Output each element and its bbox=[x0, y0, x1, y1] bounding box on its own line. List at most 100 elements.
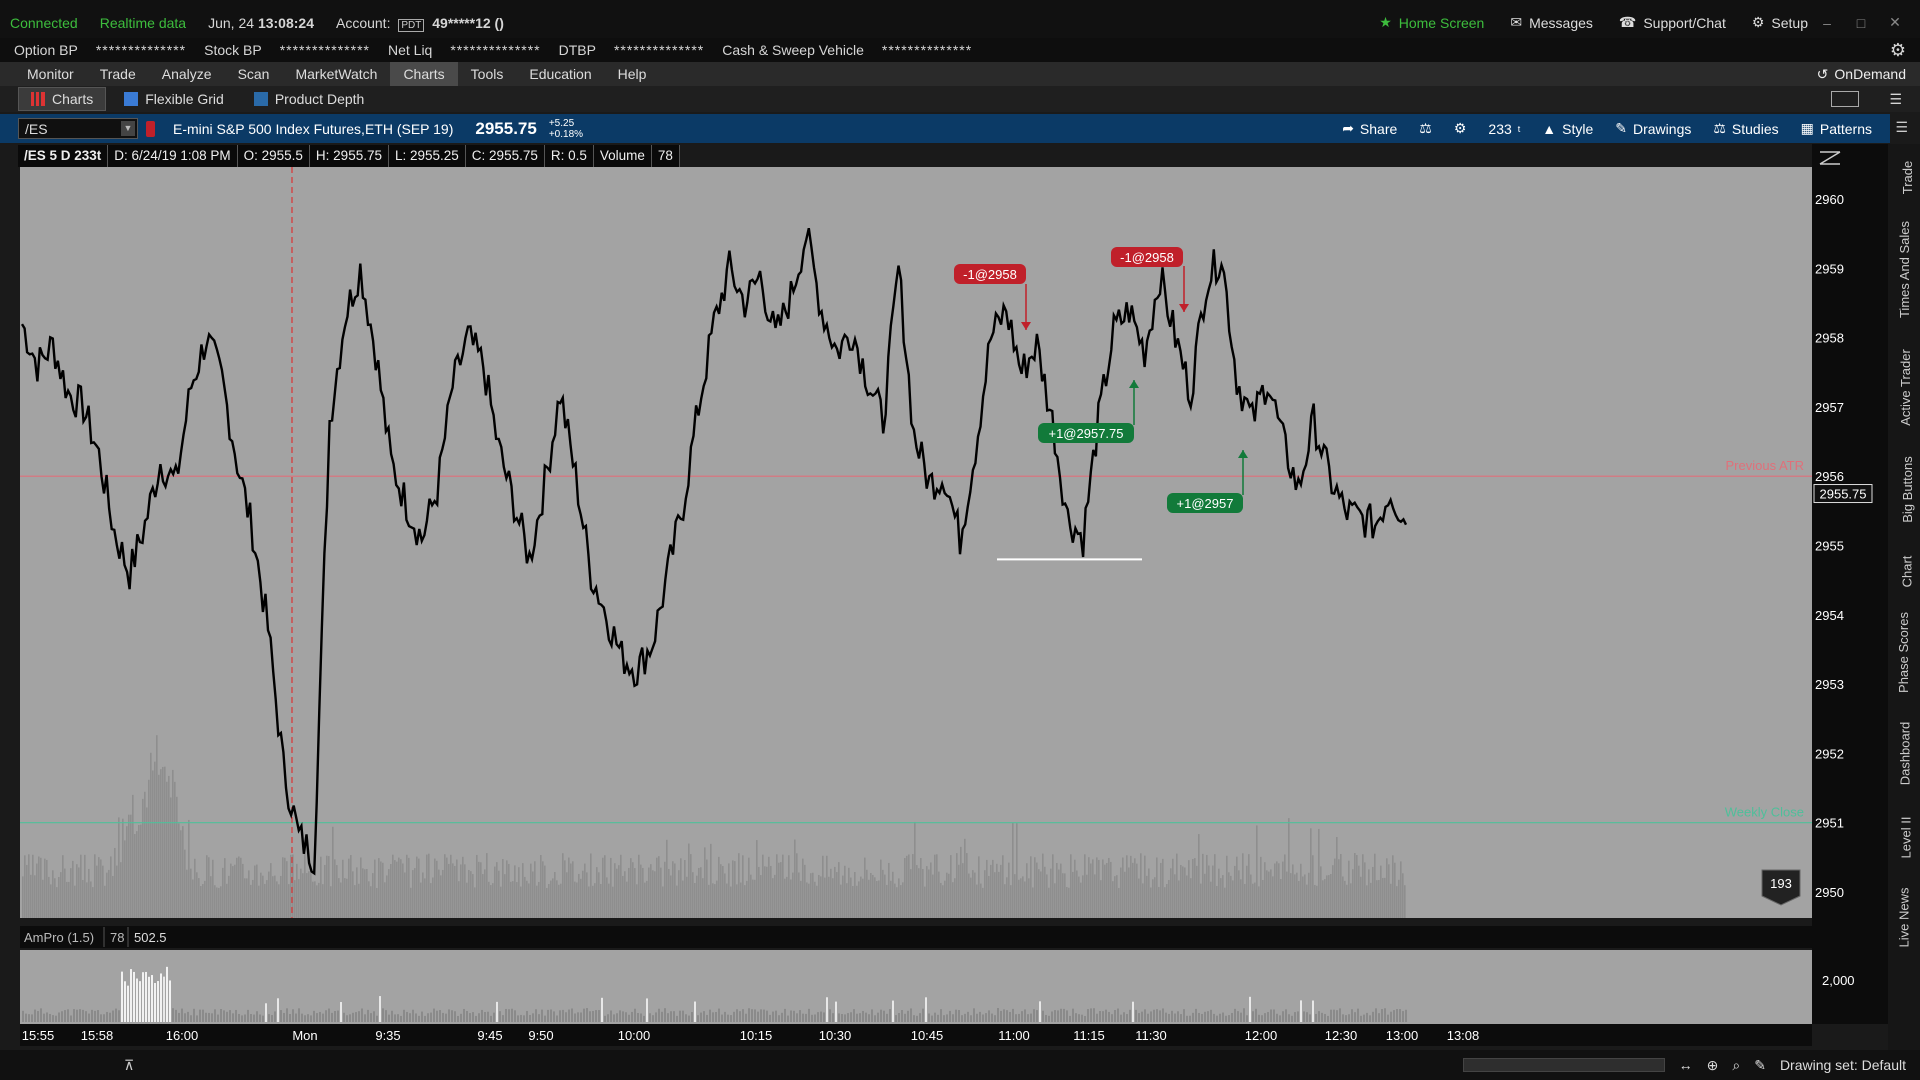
lower-study-bar bbox=[1093, 1008, 1095, 1022]
volume-bar bbox=[94, 854, 96, 918]
volume-bar bbox=[1156, 857, 1158, 918]
lower-study-bar bbox=[598, 1010, 600, 1022]
volume-bar bbox=[66, 881, 68, 918]
side-tab-level-ii[interactable]: Level II bbox=[1899, 817, 1914, 859]
lower-study-bar bbox=[223, 1010, 225, 1022]
price-tick-label: 2956 bbox=[1815, 469, 1844, 484]
price-tick-label: 2950 bbox=[1815, 885, 1844, 900]
lower-study-bar bbox=[166, 966, 168, 1022]
volume-bar bbox=[1390, 883, 1392, 918]
volume-bar bbox=[486, 853, 488, 918]
lower-study-bar bbox=[649, 1013, 651, 1022]
volume-bar bbox=[746, 880, 748, 918]
volume-bar bbox=[1258, 886, 1260, 918]
volume-bar bbox=[1000, 864, 1002, 918]
volume-bar bbox=[1394, 862, 1396, 918]
lower-study-bar bbox=[766, 1010, 768, 1022]
volume-bar bbox=[1184, 867, 1186, 918]
volume-bar bbox=[522, 863, 524, 918]
volume-bar bbox=[30, 874, 32, 918]
volume-bar bbox=[90, 881, 92, 918]
side-tab-big-buttons[interactable]: Big Buttons bbox=[1899, 456, 1914, 523]
crosshair-icon[interactable]: ⊕ bbox=[1707, 1057, 1719, 1074]
lower-study-bar bbox=[967, 1011, 969, 1022]
side-tab-phase-scores[interactable]: Phase Scores bbox=[1896, 612, 1911, 693]
side-tab-trade[interactable]: Trade bbox=[1900, 161, 1915, 194]
volume-bar bbox=[1246, 865, 1248, 918]
volume-bar bbox=[810, 873, 812, 918]
lower-study-bar bbox=[478, 1013, 480, 1022]
side-tab-dashboard[interactable]: Dashboard bbox=[1898, 722, 1913, 786]
volume-bar bbox=[748, 857, 750, 918]
volume-bar bbox=[722, 866, 724, 918]
lower-study-bar bbox=[514, 1010, 516, 1022]
lower-study-bar bbox=[409, 1013, 411, 1022]
lower-study-bar bbox=[370, 1013, 372, 1022]
lower-study-bar bbox=[1180, 1014, 1182, 1022]
lower-study-bar bbox=[520, 1014, 522, 1022]
expand-horizontal-icon[interactable]: ↔ bbox=[1679, 1057, 1693, 1073]
lower-study-bar bbox=[1012, 1008, 1014, 1022]
volume-bar bbox=[1386, 858, 1388, 918]
lower-study-bar bbox=[103, 1014, 105, 1022]
volume-bar bbox=[1374, 853, 1376, 918]
volume-bar bbox=[626, 881, 628, 918]
lower-study-bar bbox=[235, 1009, 237, 1022]
volume-bar bbox=[134, 834, 136, 918]
lower-study-bar bbox=[988, 1010, 990, 1022]
volume-bar bbox=[758, 866, 760, 918]
lower-study-bar bbox=[502, 1015, 504, 1022]
volume-bar bbox=[96, 865, 98, 918]
volume-bar bbox=[190, 868, 192, 918]
lower-study-bar bbox=[1345, 1015, 1347, 1022]
chart-scrollbar[interactable] bbox=[1462, 1058, 1665, 1072]
side-tab-times-and-sales[interactable]: Times And Sales bbox=[1897, 221, 1912, 318]
volume-bar bbox=[72, 860, 74, 918]
side-tab-live-news[interactable]: Live News bbox=[1897, 888, 1912, 948]
lower-study-bar bbox=[1141, 1011, 1143, 1022]
lower-study-bar bbox=[565, 1012, 567, 1022]
lower-study-value1: 78 bbox=[110, 930, 124, 945]
volume-bar bbox=[466, 882, 468, 918]
volume-bar bbox=[498, 870, 500, 918]
volume-bar bbox=[688, 843, 690, 918]
collapse-icon[interactable]: ⊼ bbox=[124, 1057, 134, 1074]
lower-study-bar bbox=[736, 1009, 738, 1022]
side-tab-chart[interactable]: Chart bbox=[1900, 556, 1915, 588]
lower-study-bar bbox=[817, 1012, 819, 1022]
lower-study-bar bbox=[595, 1010, 597, 1022]
lower-study-bar bbox=[1360, 1015, 1362, 1022]
lower-study-bar bbox=[727, 1014, 729, 1022]
volume-bar bbox=[1296, 872, 1298, 918]
volume-bar bbox=[1378, 880, 1380, 918]
volume-bar bbox=[1120, 867, 1122, 918]
volume-bar bbox=[916, 865, 918, 918]
volume-bar bbox=[484, 869, 486, 918]
lower-study-bar bbox=[379, 996, 381, 1022]
lower-study-bar bbox=[748, 1008, 750, 1022]
pencil-icon[interactable]: ✎ bbox=[1754, 1057, 1766, 1074]
volume-bar bbox=[1268, 871, 1270, 918]
volume-bar bbox=[882, 869, 884, 918]
volume-bar bbox=[1204, 873, 1206, 918]
side-tab-active-trader[interactable]: Active Trader bbox=[1898, 349, 1913, 426]
volume-bar bbox=[1290, 873, 1292, 918]
lower-study-bar bbox=[676, 1015, 678, 1022]
zoom-in-icon[interactable]: ⌕ bbox=[1732, 1057, 1740, 1074]
lower-study-bar bbox=[205, 1012, 207, 1022]
volume-bar bbox=[1140, 853, 1142, 918]
lower-study-bar bbox=[442, 1012, 444, 1022]
volume-bar bbox=[1224, 887, 1226, 918]
lower-study-bar bbox=[487, 1011, 489, 1022]
lower-study-bar bbox=[1192, 1012, 1194, 1022]
volume-bar bbox=[898, 878, 900, 918]
volume-bar bbox=[304, 853, 306, 918]
drawing-set[interactable]: Drawing set: Default bbox=[1780, 1057, 1906, 1073]
volume-bar bbox=[478, 861, 480, 918]
lower-study-bar bbox=[763, 1009, 765, 1022]
lower-study-bar bbox=[484, 1012, 486, 1022]
volume-bar bbox=[1350, 883, 1352, 918]
volume-bar bbox=[592, 885, 594, 918]
volume-bar bbox=[1124, 871, 1126, 918]
volume-bar bbox=[162, 766, 164, 918]
